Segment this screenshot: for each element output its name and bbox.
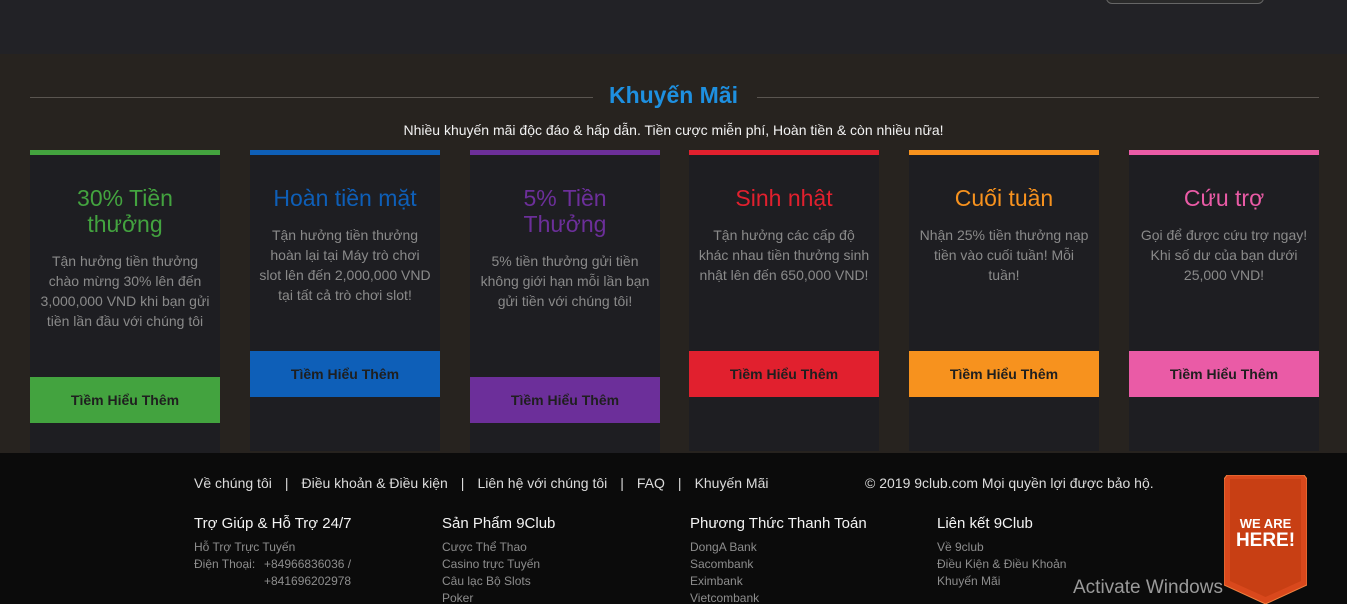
card-description: Tận hưởng tiền thưởng hoàn lại tại Máy t… bbox=[259, 227, 431, 303]
payment-link-sacombank[interactable]: Sacombank bbox=[690, 556, 867, 573]
card-description: Tận hưởng các cấp độ khác nhau tiền thưở… bbox=[698, 227, 870, 283]
footer-separator: | bbox=[460, 475, 465, 491]
footer-col-links: Liên kết 9Club Về 9club Điều Kiện & Điều… bbox=[937, 515, 1066, 590]
learn-more-button[interactable]: Tìềm Hiểu Thêm bbox=[1129, 351, 1319, 397]
link-promotions[interactable]: Khuyến Mãi bbox=[937, 573, 1066, 590]
payment-title: Phương Thức Thanh Toán bbox=[690, 515, 867, 532]
learn-more-button[interactable]: Tìềm Hiểu Thêm bbox=[909, 351, 1099, 397]
phone-row: Điện Thoại: +84966836036 / bbox=[194, 556, 352, 573]
promotions-section: Khuyến Mãi Nhiều khuyến mãi độc đáo & hấ… bbox=[0, 54, 1347, 477]
promotions-subtitle: Nhiều khuyến mãi độc đáo & hấp dẫn. Tiền… bbox=[403, 122, 944, 138]
card-title: Hoàn tiền mặt bbox=[273, 185, 417, 211]
footer-link-terms[interactable]: Điều khoản & Điều kiện bbox=[301, 475, 447, 491]
card-description: Tận hưởng tiền thưởng chào mừng 30% lên … bbox=[40, 253, 210, 329]
footer-separator: | bbox=[284, 475, 289, 491]
card-title: 30% Tiền thưởng bbox=[77, 185, 173, 237]
products-title: Sản Phẩm 9Club bbox=[442, 515, 556, 532]
header-dropdown-edge[interactable] bbox=[1106, 0, 1264, 4]
links-title: Liên kết 9Club bbox=[937, 515, 1033, 532]
footer-col-support: Trợ Giúp & Hỗ Trợ 24/7 Hỗ Trợ Trực Tuyến… bbox=[194, 515, 352, 590]
card-description: Gọi để được cứu trợ ngay! Khi số dư của … bbox=[1140, 227, 1308, 283]
promo-card-deposit-bonus: 5% Tiền Thưởng 5% tiền thưởng gửi tiền k… bbox=[470, 150, 660, 477]
payment-link-vietcombank[interactable]: Vietcombank bbox=[690, 590, 867, 604]
learn-more-button[interactable]: Tìềm Hiểu Thêm bbox=[689, 351, 879, 397]
link-about-9club[interactable]: Về 9club bbox=[937, 539, 1066, 556]
promo-card-relief: Cứu trợ Gọi để được cứu trợ ngay! Khi số… bbox=[1129, 150, 1319, 451]
product-link-casino[interactable]: Casino trực Tuyến bbox=[442, 556, 555, 573]
learn-more-button[interactable]: Tìềm Hiểu Thêm bbox=[470, 377, 660, 423]
top-header bbox=[0, 0, 1347, 54]
footer-nav: Về chúng tôi | Điều khoản & Điều kiện | Liên… bbox=[194, 475, 769, 491]
support-title: Trợ Giúp & Hỗ Trợ 24/7 bbox=[194, 515, 352, 532]
activate-windows-watermark: Activate Windows bbox=[1073, 577, 1223, 598]
learn-more-button[interactable]: Tìềm Hiểu Thêm bbox=[250, 351, 440, 397]
card-description: 5% tiền thưởng gửi tiền không giới hạn m… bbox=[480, 253, 650, 309]
footer-separator: | bbox=[620, 475, 624, 491]
link-terms[interactable]: Điều Kiện & Điều Khoản bbox=[937, 556, 1066, 573]
footer-link-contact[interactable]: Liên hệ với chúng tôi bbox=[477, 475, 607, 491]
promo-card-cashback: Hoàn tiền mặt Tận hưởng tiền thưởng hoàn… bbox=[250, 150, 440, 451]
phone-row: +841696202978 bbox=[194, 573, 352, 590]
footer-link-about[interactable]: Về chúng tôi bbox=[194, 475, 272, 491]
product-link-slots[interactable]: Câu lạc Bộ Slots bbox=[442, 573, 555, 590]
we-are-here-ribbon[interactable]: WE ARE HERE! bbox=[1224, 475, 1307, 604]
footer-col-products: Sản Phẩm 9Club Cược Thể Thao Casino trực… bbox=[442, 515, 555, 604]
learn-more-button[interactable]: Tìềm Hiểu Thêm bbox=[30, 377, 220, 423]
footer-separator: | bbox=[677, 475, 682, 491]
promotions-title: Khuyến Mãi bbox=[608, 82, 739, 108]
card-title: 5% Tiền Thưởng bbox=[523, 185, 607, 237]
footer-link-promotions[interactable]: Khuyến Mãi bbox=[695, 475, 769, 491]
ribbon-line2: HERE! bbox=[1236, 530, 1295, 551]
phone-number-1[interactable]: +84966836036 / bbox=[264, 556, 351, 573]
card-title: Cứu trợ bbox=[1183, 185, 1265, 211]
payment-link-donga[interactable]: DongA Bank bbox=[690, 539, 867, 556]
footer-link-faq[interactable]: FAQ bbox=[637, 475, 665, 491]
online-support-link[interactable]: Hỗ Trợ Trực Tuyến bbox=[194, 539, 352, 556]
promo-card-welcome-bonus: 30% Tiền thưởng Tận hưởng tiền thưởng ch… bbox=[30, 150, 220, 477]
product-link-poker[interactable]: Poker bbox=[442, 590, 555, 604]
copyright-text: © 2019 9club.com Mọi quyền lợi được bảo … bbox=[865, 475, 1154, 491]
footer-col-payment: Phương Thức Thanh Toán DongA Bank Sacomb… bbox=[690, 515, 867, 604]
payment-link-eximbank[interactable]: Eximbank bbox=[690, 573, 867, 590]
product-link-sports[interactable]: Cược Thể Thao bbox=[442, 539, 555, 556]
ribbon-line1: WE ARE bbox=[1240, 516, 1292, 531]
phone-label: Điện Thoại: bbox=[194, 557, 256, 571]
phone-label-spacer bbox=[194, 573, 264, 590]
promo-card-birthday: Sinh nhật Tận hưởng các cấp độ khác nhau… bbox=[689, 150, 879, 451]
card-title: Cuối tuần bbox=[954, 185, 1054, 211]
card-description: Nhận 25% tiền thưởng nạp tiền vào cuối t… bbox=[919, 227, 1089, 283]
card-title: Sinh nhật bbox=[735, 185, 833, 211]
phone-number-2[interactable]: +841696202978 bbox=[264, 573, 351, 590]
promo-card-weekend: Cuối tuần Nhận 25% tiền thưởng nạp tiền … bbox=[909, 150, 1099, 451]
